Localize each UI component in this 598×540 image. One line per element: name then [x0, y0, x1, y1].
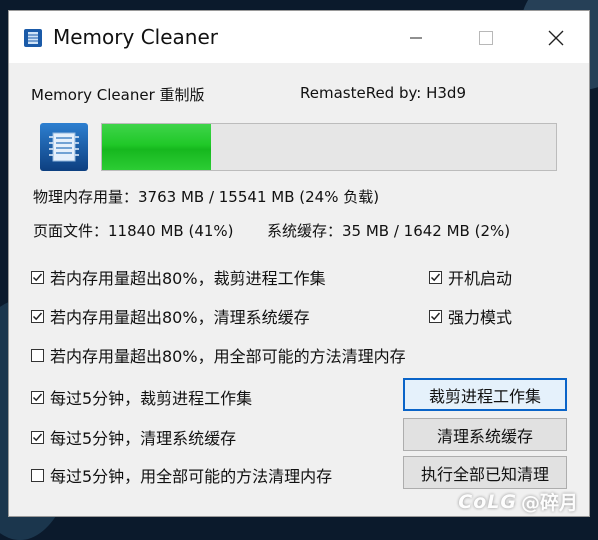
checkmark-icon: [430, 273, 441, 281]
option-label: 每过5分钟，用全部可能的方法清理内存: [50, 467, 333, 486]
close-icon: [548, 30, 564, 46]
credit-label: RemasteRed by: H3d9: [300, 84, 466, 102]
option-label: 每过5分钟，裁剪进程工作集: [50, 389, 253, 408]
checkmark-icon: [32, 433, 43, 441]
maximize-button[interactable]: [469, 23, 503, 53]
checkmark-icon: [430, 312, 441, 320]
clean-all-button[interactable]: 执行全部已知清理: [403, 456, 567, 489]
checkbox[interactable]: [31, 390, 44, 404]
option-clean-all-on-threshold[interactable]: 若内存用量超出80%，用全部可能的方法清理内存: [31, 343, 406, 367]
checkbox[interactable]: [31, 309, 44, 323]
watermark-logo: CoLG: [458, 490, 517, 513]
option-clear-cache-periodic[interactable]: 每过5分钟，清理系统缓存: [31, 425, 236, 449]
option-aggressive-mode[interactable]: 强力模式: [429, 304, 512, 328]
checkbox[interactable]: [31, 270, 44, 284]
option-label: 开机启动: [448, 269, 513, 288]
memory-chip-icon: [24, 29, 42, 47]
option-autostart[interactable]: 开机启动: [429, 265, 512, 289]
option-label: 若内存用量超出80%，裁剪进程工作集: [50, 269, 326, 288]
app-window: Memory Cleaner Memory Cleaner 重制版 Remast…: [8, 10, 590, 517]
option-clear-cache-on-threshold[interactable]: 若内存用量超出80%，清理系统缓存: [31, 304, 310, 328]
close-button[interactable]: [539, 23, 573, 53]
checkbox[interactable]: [429, 270, 442, 284]
checkmark-icon: [32, 273, 43, 281]
checkmark-icon: [32, 312, 43, 320]
checkbox[interactable]: [429, 309, 442, 323]
checkbox[interactable]: [31, 468, 44, 482]
option-clean-all-periodic[interactable]: 每过5分钟，用全部可能的方法清理内存: [31, 463, 332, 487]
memory-usage-bar: [101, 123, 557, 171]
option-label: 若内存用量超出80%，清理系统缓存: [50, 308, 310, 327]
option-label: 每过5分钟，清理系统缓存: [50, 429, 237, 448]
checkmark-icon: [32, 393, 43, 401]
main-content: Memory Cleaner 重制版 RemasteRed by: H3d9 物…: [9, 63, 589, 516]
option-label: 强力模式: [448, 308, 513, 327]
watermark-author: @碎月: [520, 492, 578, 514]
maximize-icon: [479, 31, 493, 45]
trim-working-set-button[interactable]: 裁剪进程工作集: [403, 378, 567, 411]
memory-usage-bar-fill: [102, 124, 211, 170]
title-bar[interactable]: Memory Cleaner: [9, 11, 589, 63]
checkbox[interactable]: [31, 348, 44, 362]
option-trim-on-threshold[interactable]: 若内存用量超出80%，裁剪进程工作集: [31, 265, 326, 289]
app-version-label: Memory Cleaner 重制版: [31, 86, 205, 104]
option-trim-periodic[interactable]: 每过5分钟，裁剪进程工作集: [31, 385, 252, 409]
memory-chip-icon: [40, 123, 88, 171]
option-label: 若内存用量超出80%，用全部可能的方法清理内存: [50, 347, 406, 366]
system-cache-stat: 系统缓存：35 MB / 1642 MB (2%): [267, 222, 511, 240]
window-title: Memory Cleaner: [53, 25, 218, 49]
physical-memory-stat: 物理内存用量：3763 MB / 15541 MB (24% 负载): [33, 188, 380, 206]
checkbox[interactable]: [31, 430, 44, 444]
watermark: CoLG @碎月: [458, 488, 578, 515]
minimize-button[interactable]: [399, 23, 433, 53]
page-file-stat: 页面文件：11840 MB (41%): [33, 222, 234, 240]
minimize-icon: [410, 37, 422, 39]
clear-system-cache-button[interactable]: 清理系统缓存: [403, 418, 567, 451]
